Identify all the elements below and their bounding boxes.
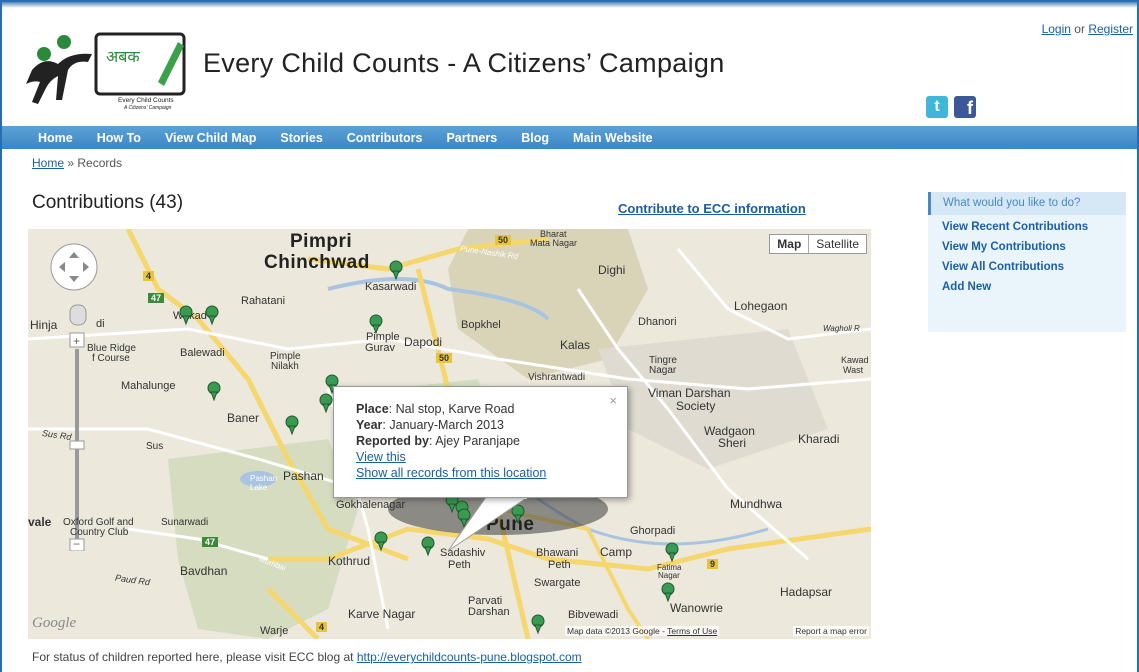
report-map-error-link[interactable]: Report a map error <box>793 626 869 636</box>
info-reported-by: Reported by: Ajey Paranjape <box>356 434 520 448</box>
show-all-records-link[interactable]: Show all records from this location <box>356 465 627 481</box>
login-link[interactable]: Login <box>1042 22 1071 36</box>
map-attribution: Map data ©2013 Google - Terms of Use <box>565 626 720 636</box>
actions-sidebar: What would you like to do? View Recent C… <box>928 192 1126 332</box>
page-title: Contributions (43) <box>32 192 184 213</box>
contributions-map[interactable]: + − Map Satellite Pimpri Chinchwad Pune … <box>28 229 871 639</box>
sidebar-item-add-new[interactable]: Add New <box>942 281 1126 293</box>
svg-text:A Citizens' Campaign: A Citizens' Campaign <box>123 105 172 111</box>
info-window: × Place: Nal stop, Karve Road Year: Janu… <box>333 386 628 498</box>
breadcrumb-current: Records <box>77 156 123 170</box>
main-nav: Home How To View Child Map Stories Contr… <box>2 126 1137 149</box>
sidebar-heading: What would you like to do? <box>928 192 1126 215</box>
logo-devanagari-text: अबक <box>106 47 140 66</box>
nav-main-website[interactable]: Main Website <box>573 131 653 145</box>
contribution-pin[interactable] <box>661 574 675 602</box>
contribution-pin[interactable] <box>285 407 299 435</box>
svg-text:Every Child Counts: Every Child Counts <box>118 97 174 104</box>
nav-contributors[interactable]: Contributors <box>347 131 423 145</box>
contribution-pin[interactable] <box>205 297 219 325</box>
auth-links: Login or Register <box>1042 22 1133 36</box>
info-place: Place: Nal stop, Karve Road <box>356 402 515 416</box>
blog-link[interactable]: http://everychildcounts-pune.blogspot.co… <box>357 650 582 664</box>
nav-view-child-map[interactable]: View Child Map <box>165 131 256 145</box>
breadcrumb: Home » Records <box>32 156 122 170</box>
terms-link[interactable]: Terms of Use <box>667 626 717 636</box>
contribution-pin[interactable] <box>207 373 221 401</box>
breadcrumb-separator: » <box>67 156 75 170</box>
contribution-pin[interactable] <box>421 528 435 556</box>
view-this-link[interactable]: View this <box>356 449 627 465</box>
nav-partners[interactable]: Partners <box>446 131 497 145</box>
contribution-pin[interactable] <box>389 252 403 280</box>
info-year: Year: January-March 2013 <box>356 418 505 432</box>
contribute-link[interactable]: Contribute to ECC information <box>618 201 806 216</box>
sidebar-item-recent[interactable]: View Recent Contributions <box>942 221 1126 233</box>
google-logo: Google <box>32 615 77 631</box>
nav-how-to[interactable]: How To <box>97 131 141 145</box>
contribution-pin[interactable] <box>374 523 388 551</box>
register-link[interactable]: Register <box>1088 22 1133 36</box>
contribution-pin[interactable] <box>665 534 679 562</box>
nav-stories[interactable]: Stories <box>280 131 322 145</box>
twitter-icon[interactable]: t <box>926 96 948 118</box>
contribution-pin[interactable] <box>319 385 333 413</box>
contribution-pin[interactable] <box>369 306 383 334</box>
auth-or: or <box>1074 22 1085 36</box>
sidebar-item-all[interactable]: View All Contributions <box>942 261 1126 273</box>
nav-home[interactable]: Home <box>38 131 73 145</box>
facebook-icon[interactable]: f <box>954 96 976 118</box>
ecc-logo[interactable]: अबक Every Child Counts A Citizens' Campa… <box>18 28 188 112</box>
breadcrumb-home[interactable]: Home <box>32 156 64 170</box>
footer-note: For status of children reported here, pl… <box>32 650 582 664</box>
site-title: Every Child Counts - A Citizens’ Campaig… <box>203 48 725 78</box>
sidebar-item-my[interactable]: View My Contributions <box>942 241 1126 253</box>
nav-blog[interactable]: Blog <box>521 131 549 145</box>
social-icons: t f <box>926 96 976 118</box>
contribution-pin[interactable] <box>531 606 545 634</box>
contribution-pin[interactable] <box>179 297 193 325</box>
info-close-icon[interactable]: × <box>609 393 617 409</box>
